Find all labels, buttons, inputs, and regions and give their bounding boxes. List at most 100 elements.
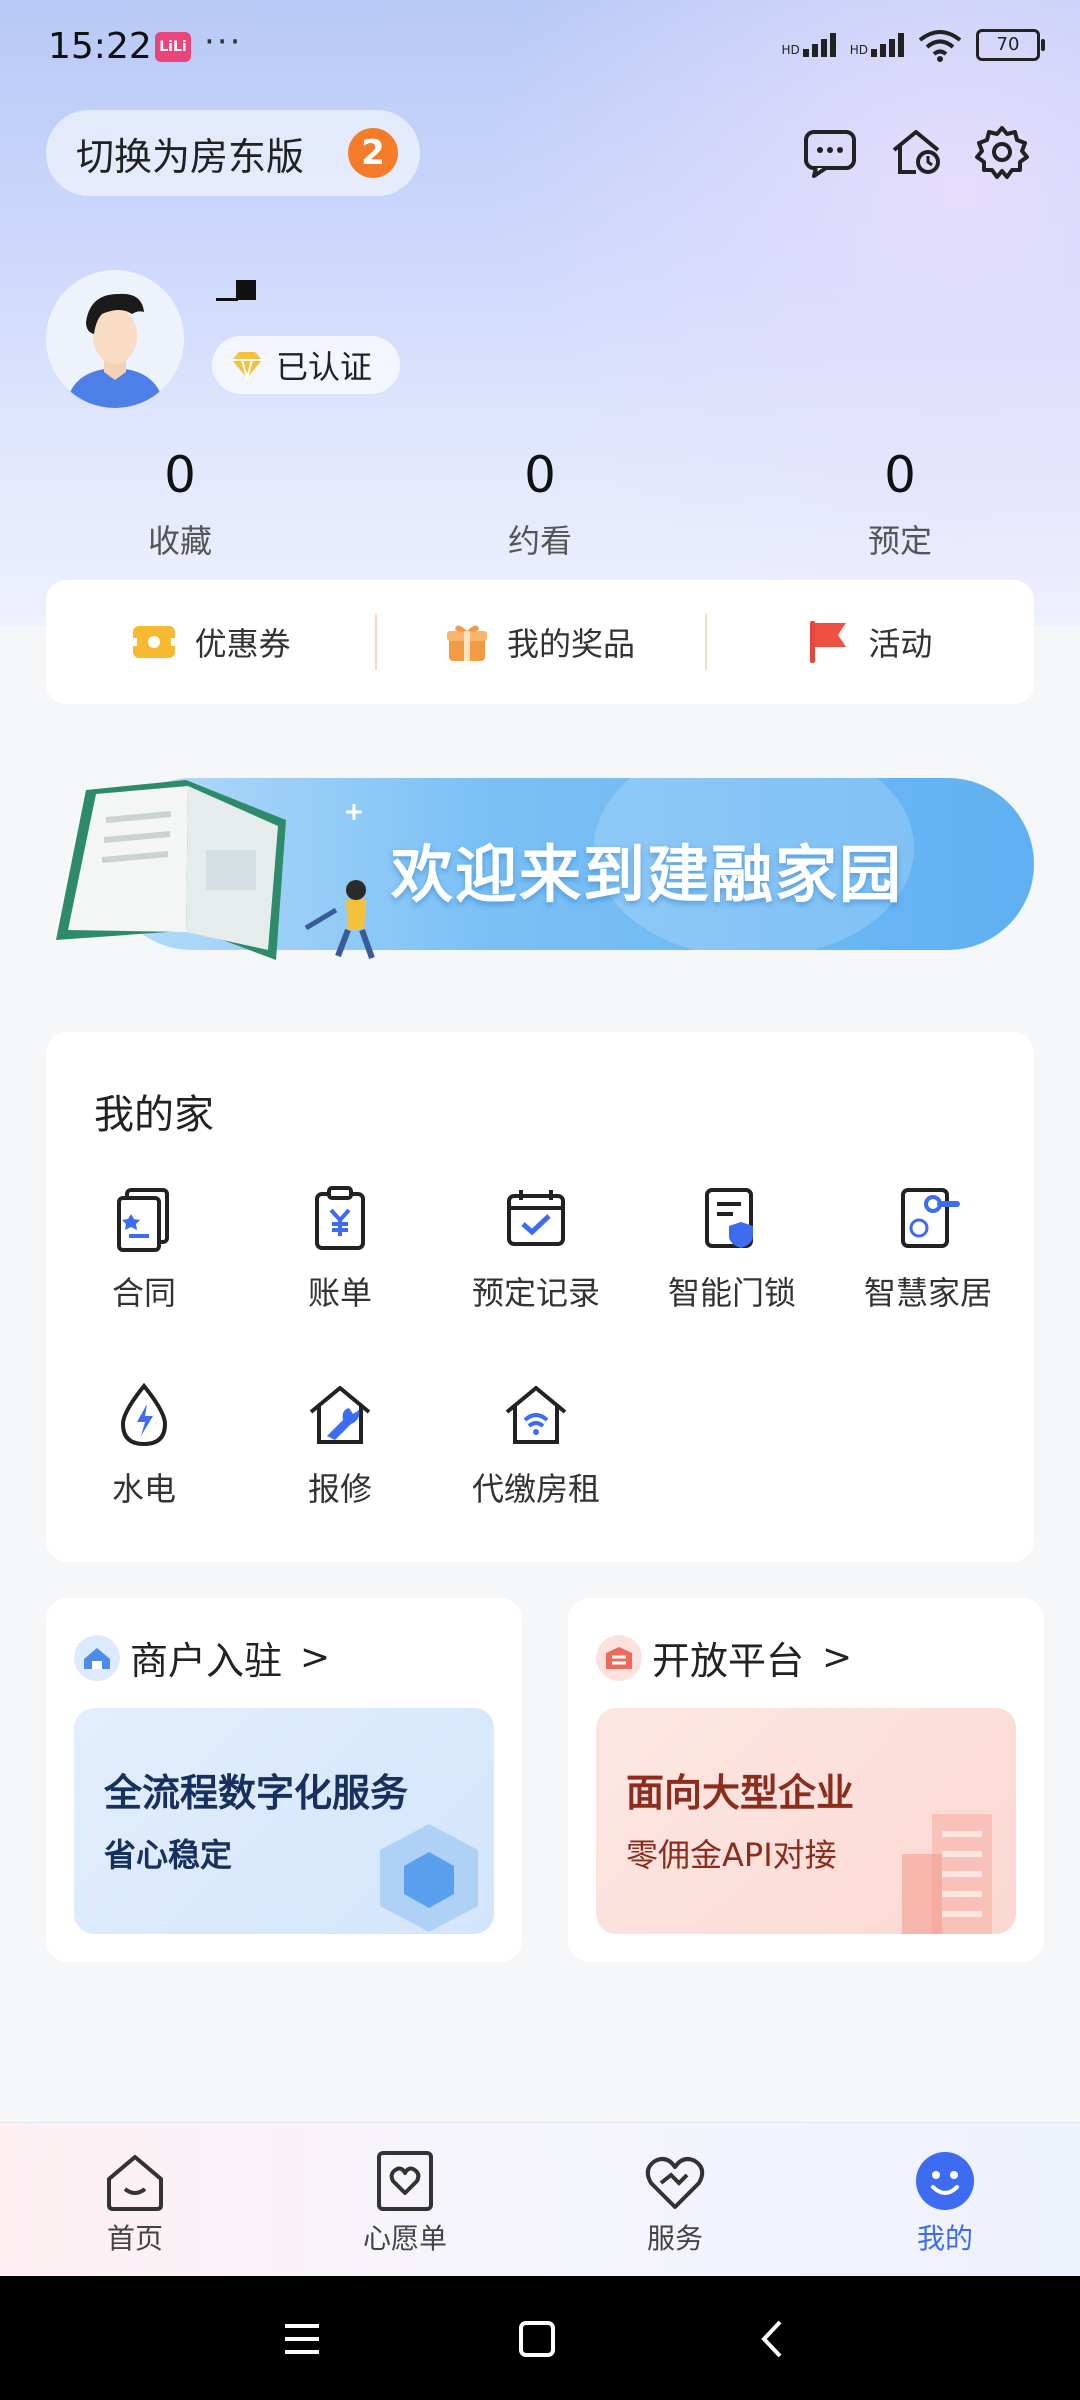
- home-icon: [103, 2149, 167, 2213]
- my-home-title: 我的家: [94, 1092, 214, 1138]
- wishlist-icon: [373, 2149, 437, 2213]
- stat-value: 0: [884, 446, 916, 504]
- banner-title: 欢迎来到建融家园: [391, 838, 904, 911]
- back-icon[interactable]: [748, 2314, 798, 2364]
- calendar-check-icon: [501, 1184, 571, 1254]
- stat-value: 0: [524, 446, 556, 504]
- battery-icon: 70: [976, 29, 1045, 61]
- verified-badge: 已认证: [212, 336, 401, 394]
- status-time: 15:22: [48, 26, 152, 67]
- tab-label: 服务: [646, 2222, 703, 2255]
- grid-item-smart-lock[interactable]: 智能门锁: [634, 1184, 830, 1314]
- tab-home[interactable]: 首页: [45, 2149, 225, 2257]
- water-electric-icon: [109, 1380, 179, 1450]
- coupon-link[interactable]: 优惠券: [46, 580, 375, 704]
- grid-item-utilities[interactable]: 水电: [46, 1380, 242, 1510]
- platform-icon: [596, 1634, 642, 1681]
- settings-gear-icon[interactable]: [972, 122, 1032, 182]
- stat-favorites[interactable]: 0 收藏: [80, 440, 280, 562]
- header-actions: [800, 122, 1032, 182]
- smart-lock-icon: [697, 1184, 767, 1254]
- open-platform-card[interactable]: 开放平台 > 面向大型企业 零佣金API对接: [568, 1598, 1044, 1962]
- prizes-label: 我的奖品: [506, 625, 635, 663]
- my-home-card: 我的家 合同 账单 预定记录 智能门锁 智慧家居 水电 报修 代缴房租: [46, 1032, 1034, 1562]
- merchant-title: 商户入驻: [130, 1639, 283, 1683]
- platform-line1: 面向大型企业: [626, 1771, 855, 1815]
- merchant-line2: 省心稳定: [104, 1836, 233, 1874]
- grid-label: 智慧家居: [863, 1274, 992, 1312]
- notification-app-icon: LiLi: [155, 32, 191, 62]
- message-icon[interactable]: [800, 122, 860, 182]
- cube-icon: [380, 1824, 478, 1932]
- tab-label: 心愿单: [362, 2222, 447, 2255]
- platform-line2: 零佣金API对接: [626, 1836, 837, 1874]
- book-illustration-icon: [56, 780, 375, 960]
- bill-icon: [305, 1184, 375, 1254]
- diamond-icon: [232, 352, 262, 380]
- building-icon: [902, 1814, 992, 1934]
- stat-bookings[interactable]: 0 预定: [800, 440, 1000, 562]
- gift-icon: [446, 625, 487, 661]
- grid-label: 代缴房租: [471, 1470, 600, 1508]
- flag-icon: [810, 621, 847, 663]
- grid-label: 预定记录: [471, 1274, 600, 1312]
- tab-wishlist[interactable]: 心愿单: [315, 2149, 495, 2257]
- grid-label: 报修: [307, 1470, 372, 1508]
- profile-smile-icon: [913, 2149, 977, 2213]
- avatar[interactable]: [46, 270, 184, 408]
- stat-label: 约看: [507, 522, 572, 560]
- verified-label: 已认证: [276, 348, 373, 386]
- home-button-icon[interactable]: [512, 2314, 562, 2364]
- status-indicators: HD HD 70: [781, 28, 1045, 62]
- grid-label: 水电: [111, 1470, 176, 1508]
- contract-icon: [109, 1184, 179, 1254]
- tab-mine[interactable]: 我的: [855, 2149, 1035, 2257]
- welcome-banner[interactable]: 欢迎来到建融家园: [46, 760, 1034, 966]
- bottom-tab-bar: 首页 心愿单 服务 我的: [0, 2122, 1080, 2277]
- menu-icon[interactable]: [277, 2314, 327, 2364]
- signal-hd-label-2: HD: [849, 43, 868, 57]
- stat-viewings[interactable]: 0 约看: [440, 440, 640, 562]
- signal-hd-label: HD: [781, 43, 800, 57]
- grid-item-contract[interactable]: 合同: [46, 1184, 242, 1314]
- coupon-icon: [130, 626, 177, 658]
- grid-item-repair[interactable]: 报修: [242, 1380, 438, 1510]
- tab-service[interactable]: 服务: [585, 2149, 765, 2257]
- grid-label: 账单: [307, 1274, 372, 1312]
- stat-value: 0: [164, 446, 196, 504]
- grid-item-booking-records[interactable]: 预定记录: [438, 1184, 634, 1314]
- signal-icon-2: HD: [850, 33, 904, 57]
- platform-header: 开放平台 >: [596, 1630, 852, 1685]
- grid-label: 合同: [111, 1274, 176, 1312]
- activity-label: 活动: [868, 625, 933, 663]
- prizes-link[interactable]: 我的奖品: [375, 580, 704, 704]
- repair-icon: [305, 1380, 375, 1450]
- merchant-line1: 全流程数字化服务: [104, 1771, 409, 1815]
- merchant-header: 商户入驻 >: [74, 1630, 330, 1685]
- switch-badge-icon: 2: [348, 128, 398, 178]
- grid-item-bill[interactable]: 账单: [242, 1184, 438, 1314]
- more-notifications-icon: ···: [204, 22, 243, 62]
- activity-link[interactable]: 活动: [704, 580, 1034, 704]
- house-manage-icon[interactable]: [886, 122, 946, 182]
- grid-item-smart-home[interactable]: 智慧家居: [830, 1184, 1026, 1314]
- user-name-placeholder: [216, 280, 256, 301]
- coupon-label: 优惠券: [194, 625, 291, 663]
- quick-links-bar: 优惠券 我的奖品 活动: [46, 580, 1034, 704]
- switch-label: 切换为房东版: [76, 134, 305, 179]
- smart-home-icon: [893, 1184, 963, 1254]
- status-bar: 15:22 LiLi ··· HD HD 70: [0, 0, 1080, 92]
- stat-label: 收藏: [147, 522, 212, 560]
- platform-promo-box: 面向大型企业 零佣金API对接: [596, 1708, 1016, 1934]
- tab-label: 首页: [106, 2222, 163, 2255]
- chevron-right-icon: >: [300, 1637, 331, 1678]
- grid-label: 智能门锁: [667, 1274, 796, 1312]
- switch-to-landlord-button[interactable]: 切换为房东版 2: [46, 110, 420, 196]
- merchant-promo-box: 全流程数字化服务 省心稳定: [74, 1708, 494, 1934]
- wifi-icon: [918, 30, 962, 62]
- system-navigation-bar: [0, 2276, 1080, 2400]
- merchant-card[interactable]: 商户入驻 > 全流程数字化服务 省心稳定: [46, 1598, 522, 1962]
- chevron-right-icon: >: [822, 1637, 853, 1678]
- grid-item-rent-payment[interactable]: 代缴房租: [438, 1380, 634, 1510]
- signal-icon: HD: [781, 33, 836, 57]
